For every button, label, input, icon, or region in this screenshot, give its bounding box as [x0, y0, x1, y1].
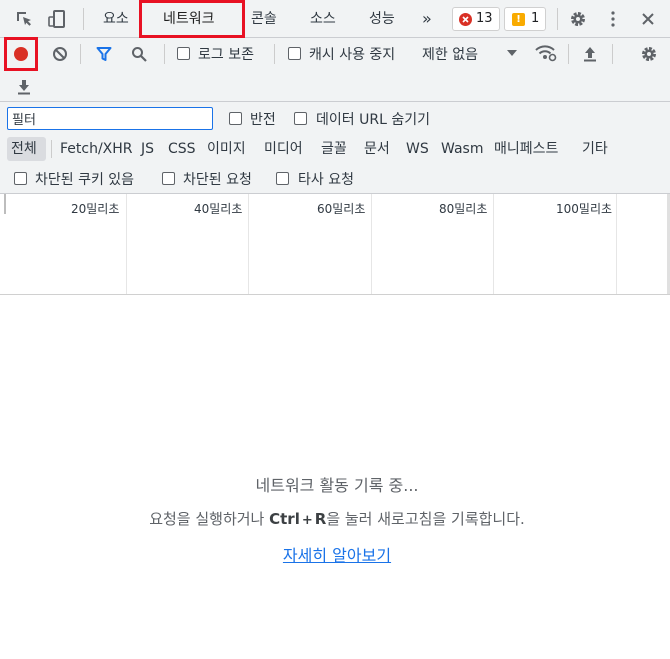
hide-data-urls-label: 데이터 URL 숨기기 — [316, 112, 430, 128]
timeline-tick: 20밀리초 — [71, 202, 120, 216]
filter-type-css[interactable]: CSS — [168, 139, 196, 159]
device-toggle-icon[interactable] — [46, 9, 68, 29]
filter-type-wasm[interactable]: Wasm — [441, 139, 483, 159]
throttling-select[interactable]: 제한 없음 — [420, 42, 522, 64]
upload-icon[interactable] — [580, 44, 600, 64]
more-tabs-button[interactable]: » — [422, 8, 432, 32]
filter-type-js[interactable]: JS — [141, 139, 154, 159]
disable-cache-label: 캐시 사용 중지 — [309, 47, 396, 63]
hint-r-key: R — [314, 510, 327, 528]
blocked-requests-label: 차단된 요청 — [183, 172, 252, 188]
empty-state-title: 네트워크 활동 기록 중... — [255, 476, 419, 495]
record-button[interactable] — [4, 37, 38, 71]
error-icon — [459, 13, 472, 26]
search-icon[interactable] — [129, 44, 149, 64]
filter-input[interactable] — [7, 107, 213, 130]
empty-state-hint: 요청을 실행하거나 Ctrl + R을 눌러 새로고침을 기록합니다. — [0, 508, 670, 529]
warning-icon: ! — [512, 13, 525, 26]
warning-badge[interactable]: ! 1 — [504, 7, 546, 31]
highlight-box-network-tab — [139, 0, 245, 38]
filter-type-image[interactable]: 이미지 — [207, 139, 246, 159]
error-badge[interactable]: 13 — [452, 7, 500, 31]
network-settings-icon[interactable] — [638, 43, 660, 65]
filter-type-manifest[interactable]: 매니페스트 — [494, 139, 558, 159]
tab-console[interactable]: 콘솔 — [251, 8, 277, 32]
hint-suffix: 을 눌러 새로고침을 기록합니다. — [326, 510, 525, 528]
error-count: 13 — [476, 11, 493, 26]
invert-checkbox[interactable] — [229, 112, 242, 125]
filter-type-media[interactable]: 미디어 — [264, 139, 303, 159]
hide-data-urls-checkbox[interactable] — [294, 112, 307, 125]
filter-icon[interactable] — [94, 44, 114, 64]
hint-plus: + — [301, 513, 313, 528]
preserve-log-checkbox[interactable] — [177, 47, 190, 60]
filter-type-fetch-xhr[interactable]: Fetch/XHR — [60, 139, 133, 159]
warning-count: 1 — [531, 11, 540, 26]
download-icon[interactable] — [14, 77, 34, 97]
third-party-label: 타사 요청 — [298, 172, 354, 188]
invert-label: 반전 — [250, 112, 276, 128]
inspect-icon[interactable] — [13, 9, 35, 29]
hint-ctrl-key: Ctrl — [269, 510, 300, 528]
filter-type-doc[interactable]: 문서 — [364, 139, 390, 159]
hint-prefix: 요청을 실행하거나 — [149, 510, 270, 528]
timeline-tick: 60밀리초 — [317, 202, 366, 216]
blocked-requests-checkbox[interactable] — [162, 172, 175, 185]
network-conditions-icon[interactable] — [534, 42, 558, 64]
preserve-log-label: 로그 보존 — [198, 47, 254, 63]
dropdown-icon — [506, 47, 518, 59]
blocked-cookies-label: 차단된 쿠키 있음 — [35, 172, 135, 188]
timeline-tick: 100밀리초 — [556, 202, 613, 216]
filter-type-ws[interactable]: WS — [406, 139, 429, 159]
timeline-tick: 80밀리초 — [439, 202, 488, 216]
learn-more-link[interactable]: 자세히 알아보기 — [0, 542, 670, 566]
disable-cache-checkbox[interactable] — [288, 47, 301, 60]
tab-performance[interactable]: 성능 — [369, 8, 395, 32]
third-party-checkbox[interactable] — [276, 172, 289, 185]
filter-type-font[interactable]: 글꼴 — [321, 139, 347, 159]
kebab-menu-icon[interactable] — [606, 9, 620, 29]
blocked-cookies-checkbox[interactable] — [14, 172, 27, 185]
settings-icon[interactable] — [567, 9, 589, 29]
close-icon[interactable] — [638, 9, 658, 29]
timeline-left-edge — [4, 194, 6, 214]
tab-elements[interactable]: 요소 — [103, 8, 129, 32]
record-icon — [14, 47, 28, 61]
timeline-tick: 40밀리초 — [194, 202, 243, 216]
clear-icon[interactable] — [50, 44, 70, 64]
filter-type-all[interactable]: 전체 — [11, 139, 37, 159]
filter-type-other[interactable]: 기타 — [582, 139, 608, 159]
throttling-value: 제한 없음 — [422, 47, 478, 63]
tab-sources[interactable]: 소스 — [310, 8, 336, 32]
